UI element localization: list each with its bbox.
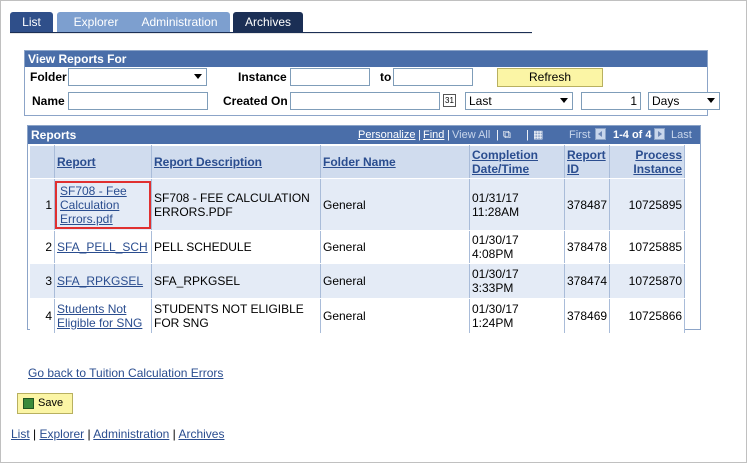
table-row: 1 SF708 - Fee Calculation Errors.pdf SF7… [29,178,686,231]
datetime-cell: 01/30/17 1:24PM [469,298,565,334]
description-cell: SF708 - FEE CALCULATION ERRORS.PDF [151,178,321,231]
report-id-cell: 378474 [564,263,611,299]
instance-cell: 10725866 [609,298,686,334]
first-text: First [569,129,591,141]
col-folder-name[interactable]: Folder Name [320,145,470,179]
view-all-text: View All [452,129,491,141]
footer-link-list[interactable]: List [11,427,30,441]
report-cell: SFA_PELL_SCH [54,230,152,264]
report-id-cell: 378478 [564,230,611,264]
separator: | [418,129,421,141]
folder-select[interactable] [68,68,207,86]
personalize-link[interactable]: Personalize [358,126,415,144]
instance-from-input[interactable] [290,68,370,86]
separator: | [496,129,499,141]
chevron-down-icon [194,74,202,79]
report-link[interactable]: Students Not Eligible for SNG [57,302,142,330]
footer-link-explorer[interactable]: Explorer [39,427,84,441]
reports-grid-header: Reports Personalize | Find | View All | … [28,126,700,144]
col-completion-datetime[interactable]: Completion Date/Time [469,145,565,179]
instance-cell: 10725885 [609,230,686,264]
folder-label: Folder [30,70,67,84]
tab-explorer[interactable]: Explorer [57,12,135,32]
last-count-input[interactable]: 1 [581,92,641,110]
spreadsheet-icon[interactable]: ▦ [533,126,543,144]
report-link[interactable]: SFA_PELL_SCH [57,240,148,254]
row-number: 1 [29,178,55,231]
report-cell: SF708 - Fee Calculation Errors.pdf [54,178,152,231]
next-icon[interactable] [654,128,665,140]
folder-cell: General [320,263,470,299]
find-link[interactable]: Find [423,126,444,144]
name-label: Name [32,94,65,108]
back-to-tuition-link[interactable]: Go back to Tuition Calculation Errors [28,366,223,380]
row-number: 4 [29,298,55,334]
instance-cell: 10725895 [609,178,686,231]
unit-select[interactable]: Days [648,92,720,110]
datetime-cell: 01/30/17 3:33PM [469,263,565,299]
tab-list[interactable]: List [10,12,53,32]
reports-table: Report Report Description Folder Name Co… [29,145,686,334]
report-cell: SFA_RPKGSEL [54,263,152,299]
folder-cell: General [320,230,470,264]
refresh-button[interactable]: Refresh [497,68,603,87]
description-cell: PELL SCHEDULE [151,230,321,264]
footer-link-administration[interactable]: Administration [93,427,169,441]
report-link[interactable]: SF708 - Fee Calculation Errors.pdf [60,184,127,226]
folder-cell: General [320,298,470,334]
datetime-cell: 01/31/17 11:28AM [469,178,565,231]
row-number: 2 [29,230,55,264]
description-cell: SFA_RPKGSEL [151,263,321,299]
report-id-cell: 378469 [564,298,611,334]
report-id-cell: 378487 [564,178,611,231]
instance-label: Instance [238,70,287,84]
reports-title: Reports [31,128,77,142]
folder-cell: General [320,178,470,231]
calendar-icon[interactable]: 31 [443,94,456,107]
save-button[interactable]: Save [17,393,73,414]
previous-icon[interactable] [595,128,606,140]
col-report-description[interactable]: Report Description [151,145,321,179]
reports-grid: Reports Personalize | Find | View All | … [27,125,701,334]
datetime-cell: 01/30/17 4:08PM [469,230,565,264]
chevron-down-icon [707,98,715,103]
tab-archives[interactable]: Archives [233,12,303,32]
instance-cell: 10725870 [609,263,686,299]
tab-administration[interactable]: Administration [129,12,230,32]
col-report[interactable]: Report [54,145,152,179]
report-link[interactable]: SFA_RPKGSEL [57,274,143,288]
to-label: to [380,70,392,84]
report-cell: Students Not Eligible for SNG [54,298,152,334]
col-report-id[interactable]: Report ID [563,145,611,179]
chevron-down-icon [560,98,568,103]
view-reports-title: View Reports For [25,51,707,67]
instance-to-input[interactable] [393,68,473,86]
row-number: 3 [29,263,55,299]
separator: | [447,129,450,141]
created-on-input[interactable] [290,92,440,110]
row-range: 1-4 of 4 [613,129,652,141]
last-select[interactable]: Last [465,92,573,110]
zoom-icon[interactable]: ⧉ [503,126,511,144]
table-row: 3 SFA_RPKGSEL SFA_RPKGSEL General 01/30/… [29,263,686,299]
highlight-box: SF708 - Fee Calculation Errors.pdf [55,180,151,229]
footer-links: List | Explorer | Administration | Archi… [11,427,225,441]
tab-divider [10,33,532,34]
separator: | [526,129,529,141]
save-icon [23,398,34,409]
footer-link-archives[interactable]: Archives [178,427,224,441]
name-input[interactable] [68,92,208,110]
table-row: 2 SFA_PELL_SCH PELL SCHEDULE General 01/… [29,230,686,264]
col-process-instance[interactable]: Process Instance [609,145,686,179]
table-row: 4 Students Not Eligible for SNG STUDENTS… [29,298,686,334]
last-text: Last [671,129,692,141]
description-cell: STUDENTS NOT ELIGIBLE FOR SNG [151,298,321,334]
created-on-label: Created On [223,94,288,108]
row-number-header [29,145,55,179]
